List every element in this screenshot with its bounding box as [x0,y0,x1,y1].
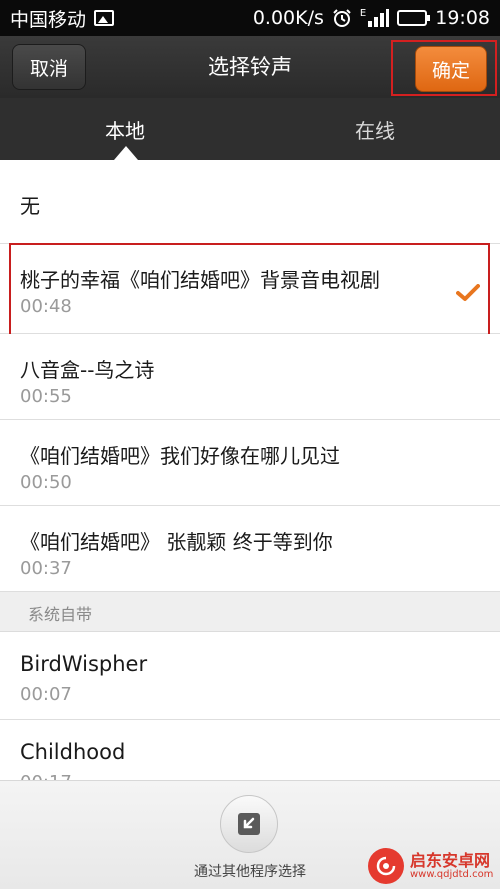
ringtone-title: 《咱们结婚吧》 张靓颖 终于等到你 [20,530,333,554]
ringtone-duration: 00:55 [20,386,72,407]
ringtone-item[interactable]: 《咱们结婚吧》我们好像在哪儿见过 00:50 [0,420,500,506]
confirm-button[interactable]: 确定 [415,46,487,92]
clock-time: 19:08 [435,7,490,29]
ringtone-duration: 00:37 [20,558,72,579]
source-tabs: 本地 在线 [0,98,500,160]
ringtone-duration: 00:07 [20,684,72,705]
ringtone-title: 桃子的幸福《咱们结婚吧》背景音电视剧 [20,268,380,292]
ringtone-item[interactable]: 《咱们结婚吧》 张靓颖 终于等到你 00:37 [0,506,500,592]
ringtone-duration: 00:48 [20,296,72,317]
ringtone-item[interactable]: 八音盒--鸟之诗 00:55 [0,334,500,420]
tab-online[interactable]: 在线 [250,98,500,160]
battery-icon [397,10,431,26]
ringtone-title: 八音盒--鸟之诗 [20,358,155,382]
ringtone-item[interactable]: 桃子的幸福《咱们结婚吧》背景音电视剧 00:48 [0,244,500,334]
carrier-name: 中国移动 [10,8,87,31]
ringtone-duration: 00:50 [20,472,72,493]
checkmark-icon [456,284,480,301]
watermark-url: www.qdjdtd.com [410,869,494,881]
image-notification-icon [94,10,115,26]
alarm-clock-icon [333,9,351,27]
signal-strength-icon [368,9,390,27]
external-pick-icon [238,813,260,835]
watermark-name: 启东安卓网 [410,850,491,870]
ringtone-list: 无 桃子的幸福《咱们结婚吧》背景音电视剧 00:48 八音盒--鸟之诗 00:5… [0,160,500,780]
site-watermark: 启东安卓网 www.qdjdtd.com [368,846,496,886]
ringtone-title: BirdWispher [20,652,148,676]
system-section-label: 系统自带 [28,605,93,624]
ringtone-none-label: 无 [20,194,40,218]
title-bar: 取消 选择铃声 确定 [0,36,500,98]
ringtone-title: Childhood [20,740,126,764]
confirm-highlight-box: 确定 [391,40,497,96]
status-bar: 中国移动 0.00K/s E 19:08 [0,0,500,36]
cancel-button[interactable]: 取消 [12,44,86,90]
active-tab-pointer [114,146,138,160]
ringtone-none-item[interactable]: 无 [0,160,500,244]
system-section-header: 系统自带 [0,592,500,632]
watermark-logo-icon [368,848,404,884]
choose-other-app-button[interactable] [220,795,278,853]
ringtone-duration: 00:17 [20,772,72,780]
network-type-label: E [359,8,367,19]
ringtone-item[interactable]: Childhood 00:17 [0,720,500,780]
ringtone-title: 《咱们结婚吧》我们好像在哪儿见过 [20,444,340,468]
network-speed: 0.00K/s [252,7,324,29]
ringtone-item[interactable]: BirdWispher 00:07 [0,632,500,720]
